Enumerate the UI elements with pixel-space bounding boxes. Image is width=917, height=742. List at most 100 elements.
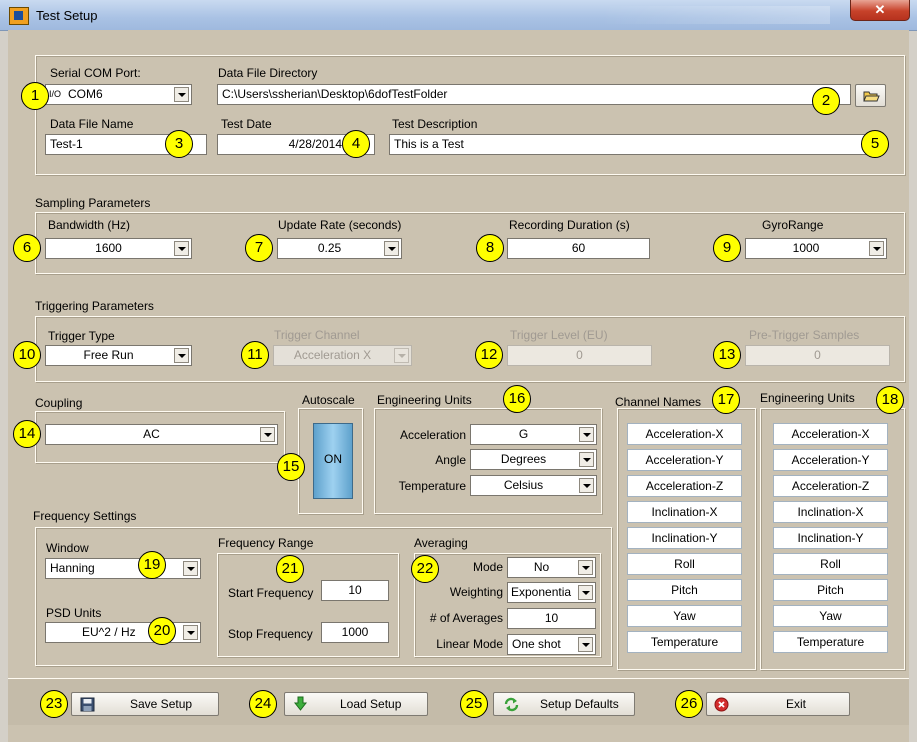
gyro-range-label: GyroRange <box>762 218 824 232</box>
close-button[interactable]: ✕ <box>850 0 910 21</box>
callout-24: 24 <box>249 690 277 718</box>
temperature-unit-label: Temperature <box>398 479 466 493</box>
channel-name-field[interactable]: Temperature <box>627 631 742 653</box>
chevron-down-icon[interactable] <box>578 560 593 575</box>
acceleration-unit-label: Acceleration <box>399 428 466 442</box>
chevron-down-icon[interactable] <box>384 241 399 256</box>
callout-21: 21 <box>276 555 304 583</box>
download-arrow-icon <box>293 696 308 711</box>
chevron-down-icon[interactable] <box>183 625 198 640</box>
channel-unit-field[interactable]: Acceleration-Y <box>773 449 888 471</box>
folder-icon <box>863 91 880 102</box>
test-date-label: Test Date <box>221 117 272 131</box>
red-x-icon <box>714 697 729 712</box>
callout-15: 15 <box>277 453 305 481</box>
sampling-title: Sampling Parameters <box>35 196 151 210</box>
callout-7: 7 <box>245 234 273 262</box>
channel-name-field[interactable]: Acceleration-Y <box>627 449 742 471</box>
file-frame <box>35 55 905 175</box>
weighting-select[interactable]: Exponentia <box>507 582 596 603</box>
chevron-down-icon[interactable] <box>579 452 594 467</box>
trigger-channel-select[interactable]: Acceleration X <box>273 345 412 366</box>
channel-unit-field[interactable]: Yaw <box>773 605 888 627</box>
mode-select[interactable]: No <box>507 557 596 578</box>
bandwidth-label: Bandwidth (Hz) <box>48 218 131 232</box>
pre-trigger-label: Pre-Trigger Samples <box>749 328 860 342</box>
bandwidth-select[interactable]: 1600 <box>45 238 192 259</box>
channel-name-field[interactable]: Inclination-X <box>627 501 742 523</box>
load-setup-button[interactable]: Load Setup <box>284 692 428 716</box>
recording-duration-field[interactable]: 60 <box>507 238 650 259</box>
weighting-label: Weighting <box>449 585 503 599</box>
linear-mode-select[interactable]: One shot <box>507 634 596 655</box>
angle-unit-label: Angle <box>435 453 466 467</box>
channel-unit-field[interactable]: Acceleration-Z <box>773 475 888 497</box>
chevron-down-icon[interactable] <box>869 241 884 256</box>
chevron-down-icon[interactable] <box>174 87 189 102</box>
callout-2: 2 <box>812 87 840 115</box>
channel-unit-field[interactable]: Temperature <box>773 631 888 653</box>
window-select[interactable]: Hanning <box>45 558 201 579</box>
callout-22: 22 <box>411 555 439 583</box>
trigger-type-value: Free Run <box>83 348 134 362</box>
coupling-value: AC <box>143 427 160 441</box>
bandwidth-value: 1600 <box>95 241 122 255</box>
setup-defaults-button[interactable]: Setup Defaults <box>493 692 635 716</box>
update-rate-value: 0.25 <box>317 241 342 255</box>
channel-unit-field[interactable]: Pitch <box>773 579 888 601</box>
channel-unit-field[interactable]: Inclination-Y <box>773 527 888 549</box>
autoscale-on-button[interactable]: ON <box>313 423 353 499</box>
floppy-disk-icon <box>80 697 95 712</box>
chevron-down-icon[interactable] <box>394 348 409 363</box>
psd-units-select[interactable]: EU^2 / Hz <box>45 622 201 643</box>
directory-label: Data File Directory <box>218 66 318 80</box>
linear-mode-label: Linear Mode <box>436 637 503 651</box>
coupling-select[interactable]: AC <box>45 424 278 445</box>
linear-mode-value: One shot <box>512 637 561 651</box>
chevron-down-icon[interactable] <box>174 348 189 363</box>
callout-18: 18 <box>876 386 904 414</box>
directory-field[interactable]: C:\Users\ssherian\Desktop\6dofTestFolder <box>217 84 851 105</box>
trigger-level-field[interactable]: 0 <box>507 345 652 366</box>
update-rate-select[interactable]: 0.25 <box>277 238 402 259</box>
chevron-down-icon[interactable] <box>174 241 189 256</box>
angle-unit-select[interactable]: Degrees <box>470 449 597 470</box>
channel-name-field[interactable]: Inclination-Y <box>627 527 742 549</box>
chevron-down-icon[interactable] <box>578 585 593 600</box>
com-port-select[interactable]: I/O COM6 <box>45 84 192 105</box>
channel-unit-field[interactable]: Acceleration-X <box>773 423 888 445</box>
load-setup-label: Load Setup <box>340 697 402 711</box>
browse-folder-button[interactable] <box>855 84 886 107</box>
chevron-down-icon[interactable] <box>579 478 594 493</box>
channel-unit-field[interactable]: Inclination-X <box>773 501 888 523</box>
chevron-down-icon[interactable] <box>260 427 275 442</box>
start-frequency-field[interactable]: 10 <box>321 580 389 601</box>
channel-name-field[interactable]: Acceleration-X <box>627 423 742 445</box>
acceleration-unit-select[interactable]: G <box>470 424 597 445</box>
chevron-down-icon[interactable] <box>578 637 593 652</box>
chevron-down-icon[interactable] <box>579 427 594 442</box>
channel-name-field[interactable]: Roll <box>627 553 742 575</box>
trigger-type-label: Trigger Type <box>48 329 115 343</box>
channel-name-field[interactable]: Yaw <box>627 605 742 627</box>
channel-name-field[interactable]: Acceleration-Z <box>627 475 742 497</box>
file-name-label: Data File Name <box>50 117 134 131</box>
callout-13: 13 <box>713 341 741 369</box>
num-averages-field[interactable]: 10 <box>507 608 596 629</box>
exit-button[interactable]: Exit <box>706 692 850 716</box>
trigger-channel-value: Acceleration X <box>293 348 372 362</box>
com-port-value: COM6 <box>68 87 103 101</box>
channel-name-field[interactable]: Pitch <box>627 579 742 601</box>
trigger-type-select[interactable]: Free Run <box>45 345 192 366</box>
stop-frequency-field[interactable]: 1000 <box>321 622 389 643</box>
channel-unit-field[interactable]: Roll <box>773 553 888 575</box>
pre-trigger-field[interactable]: 0 <box>745 345 890 366</box>
temperature-unit-select[interactable]: Celsius <box>470 475 597 496</box>
chevron-down-icon[interactable] <box>183 561 198 576</box>
save-setup-label: Save Setup <box>130 697 193 711</box>
gyro-range-select[interactable]: 1000 <box>745 238 887 259</box>
exit-label: Exit <box>786 697 807 711</box>
test-description-label: Test Description <box>392 117 478 131</box>
save-setup-button[interactable]: Save Setup <box>71 692 219 716</box>
test-description-field[interactable]: This is a Test <box>389 134 884 155</box>
